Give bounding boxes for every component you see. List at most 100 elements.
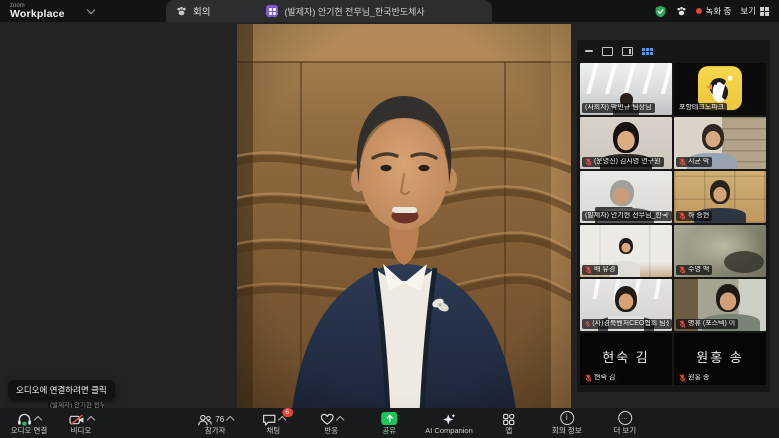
participant-name: 병휴 (포스텍) 이 — [688, 320, 735, 328]
muted-mic-icon — [585, 158, 592, 166]
recording-indicator[interactable]: 녹화 중 — [696, 5, 732, 17]
view-label: 보기 — [740, 5, 756, 17]
participant-nameplate: 수영 백 — [676, 265, 712, 275]
participant-tile[interactable]: 하 승현 — [674, 171, 766, 223]
participant-tile[interactable]: 배 유경 — [580, 225, 672, 277]
chevron-down-icon — [86, 6, 94, 14]
view-grid-icon — [760, 7, 769, 16]
title-bar: zoom Workplace 회의 (발제자) 안기현 전무님_한국반도체사 — [0, 0, 779, 22]
meeting-toolbar: 오디오 연결 비디오 — [0, 408, 779, 438]
muted-mic-icon — [679, 320, 686, 328]
sidebar-view-icon[interactable] — [622, 47, 633, 56]
join-audio-button[interactable]: 오디오 연결 — [4, 408, 54, 438]
meeting-info-button[interactable]: i 회의 정보 — [542, 408, 592, 438]
audio-label: 오디오 연결 — [11, 427, 48, 435]
muted-mic-icon — [679, 158, 686, 166]
workplace-menu[interactable]: zoom Workplace — [0, 3, 160, 20]
reactions-button[interactable]: 반응 — [306, 408, 356, 438]
heart-icon — [320, 413, 334, 426]
participant-nameplate: 현숙 김 — [582, 373, 618, 383]
participant-tile[interactable]: 포항테크노파크 — [674, 63, 766, 115]
share-label: 공유 — [382, 427, 396, 435]
paw-icon[interactable] — [676, 6, 687, 17]
chevron-up-icon[interactable] — [226, 416, 234, 424]
chevron-up-icon[interactable] — [34, 416, 42, 424]
ai-companion-icon — [442, 413, 456, 426]
participant-tile[interactable]: (운영진) 김시영 연구원 — [580, 117, 672, 169]
gallery-controls — [577, 40, 770, 60]
participant-nameplate: (운영진) 김시영 연구원 — [582, 157, 664, 167]
participants-label: 참가자 — [205, 427, 226, 435]
participant-name: (사)경북벤처CEO협회 팀장 정슬기 — [592, 320, 669, 328]
chevron-up-icon[interactable] — [335, 416, 343, 424]
participant-tile[interactable]: 시균 박 — [674, 117, 766, 169]
participant-head — [613, 122, 639, 153]
participant-name: (사회자) 박민규 팀장님 — [585, 104, 652, 112]
participant-head — [710, 180, 730, 204]
recording-label: 녹화 중 — [706, 5, 732, 17]
participant-torso — [724, 251, 764, 273]
participant-nameplate: 원홍 송 — [676, 373, 712, 383]
chevron-up-icon[interactable] — [277, 416, 285, 424]
shield-check-icon[interactable] — [654, 5, 667, 18]
apps-label: 앱 — [505, 427, 512, 435]
tab-meeting[interactable]: 회의 (발제자) 안기현 전무님_한국반도체사 — [166, 0, 492, 22]
view-button[interactable]: 보기 — [740, 5, 769, 17]
chat-button[interactable]: 6 채팅 — [248, 408, 298, 438]
participant-tile[interactable]: (발제자) 안기현 전무님_한국반도체사... — [580, 171, 672, 223]
participants-icon — [197, 414, 212, 426]
participants-button[interactable]: 76 참가자 — [190, 408, 240, 438]
participant-tile[interactable]: (사회자) 박민규 팀장님 — [580, 63, 672, 115]
participant-name: 하 승현 — [688, 212, 709, 220]
participant-tile[interactable]: 병휴 (포스텍) 이 — [674, 279, 766, 331]
participant-name: (발제자) 안기현 전무님_한국반도체사... — [585, 212, 669, 220]
muted-mic-icon — [679, 212, 686, 220]
participant-nameplate: (발제자) 안기현 전무님_한국반도체사... — [582, 211, 672, 221]
active-speaker-video[interactable] — [237, 24, 571, 438]
gallery-grid-icon[interactable] — [642, 48, 653, 55]
meeting-tab-title: (발제자) 안기현 전무님_한국반도체사 — [284, 5, 424, 18]
tab-meeting-label: 회의 — [193, 4, 210, 18]
participant-name: 원홍 송 — [688, 374, 709, 382]
participant-name: 수영 백 — [688, 266, 709, 274]
video-background — [580, 63, 672, 94]
shared-app-icon — [266, 5, 278, 17]
paw-icon — [176, 6, 187, 17]
more-label: 더 보기 — [613, 427, 636, 435]
minimize-strip-icon[interactable] — [585, 50, 593, 52]
info-icon: i — [560, 411, 574, 425]
chevron-up-icon[interactable] — [86, 416, 94, 424]
start-video-button[interactable]: 비디오 — [56, 408, 106, 438]
participants-panel: (사회자) 박민규 팀장님 포항테크노파크 (운영진) 김시영 연구원 시균 박 (발제… — [577, 40, 770, 392]
more-ellipsis-icon: … — [618, 411, 632, 425]
speaker-view-icon[interactable] — [602, 47, 613, 56]
participant-nameplate: 배 유경 — [582, 265, 618, 275]
share-screen-button[interactable]: 공유 — [364, 408, 414, 438]
more-button[interactable]: … 더 보기 — [600, 408, 650, 438]
participant-head — [615, 286, 637, 312]
headset-icon — [17, 413, 32, 426]
ai-companion-button[interactable]: AI Companion — [422, 408, 476, 438]
brand-workplace: Workplace — [10, 9, 65, 20]
muted-mic-icon — [585, 320, 590, 328]
share-screen-icon — [381, 412, 397, 425]
chat-icon — [262, 413, 276, 426]
participant-head — [702, 124, 724, 150]
participant-tile[interactable]: (사)경북벤처CEO협회 팀장 정슬기 — [580, 279, 672, 331]
participants-count: 76 — [215, 415, 224, 424]
video-off-icon — [69, 414, 85, 426]
record-dot-icon — [696, 8, 702, 14]
participant-name: 포항테크노파크 — [679, 104, 724, 112]
participant-head — [609, 179, 636, 208]
ai-companion-label: AI Companion — [425, 427, 473, 435]
audio-tooltip: 오디오에 연결하려면 클릭 — [8, 380, 115, 400]
participant-tile[interactable]: 원홍 송원홍 송 — [674, 333, 766, 385]
muted-mic-icon — [679, 374, 686, 382]
participant-name: 시균 박 — [688, 158, 709, 166]
apps-button[interactable]: 앱 — [484, 408, 534, 438]
zoom-meeting-window: zoom Workplace 회의 (발제자) 안기현 전무님_한국반도체사 — [0, 0, 779, 438]
participant-tile[interactable]: 수영 백 — [674, 225, 766, 277]
participant-tile[interactable]: 현숙 김현숙 김 — [580, 333, 672, 385]
muted-mic-icon — [679, 266, 686, 274]
participant-grid: (사회자) 박민규 팀장님 포항테크노파크 (운영진) 김시영 연구원 시균 박 (발제… — [577, 60, 770, 388]
